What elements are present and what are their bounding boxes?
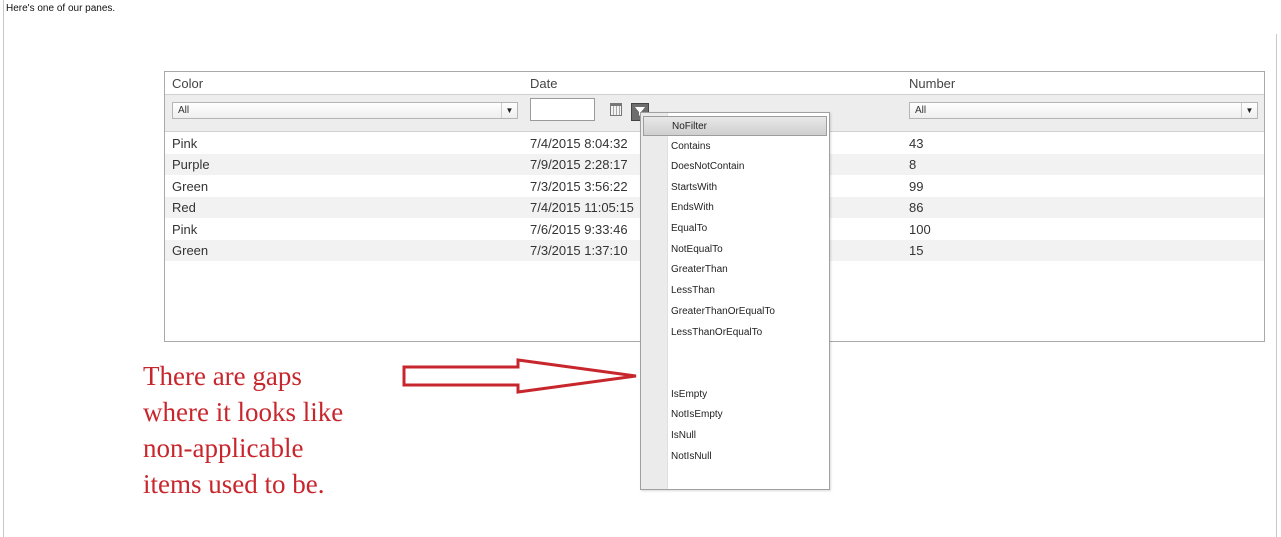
number-filter-dropdown[interactable]: All ▼ (909, 102, 1258, 119)
menu-item-label: GreaterThanOrEqualTo (671, 306, 775, 317)
menu-item-label: EndsWith (671, 202, 714, 213)
cell-color: Purple (172, 157, 210, 172)
menu-item-notisempty[interactable]: NotIsEmpty (643, 405, 827, 425)
menu-item-lessthan[interactable]: LessThan (643, 281, 827, 301)
menu-item-notequalto[interactable]: NotEqualTo (643, 240, 827, 260)
menu-item-nofilter[interactable]: NoFilter (643, 116, 827, 136)
intro-text: Here's one of our panes. (6, 3, 116, 14)
calendar-icon[interactable] (610, 103, 622, 116)
menu-item-isempty[interactable]: IsEmpty (643, 385, 827, 405)
menu-item-label: EqualTo (671, 223, 708, 234)
color-filter-dropdown[interactable]: All ▼ (172, 102, 518, 119)
menu-item-lessthanorequalto[interactable]: LessThanOrEqualTo (643, 323, 827, 343)
annotation-line: non-applicable (143, 433, 304, 463)
menu-item-label: LessThan (671, 285, 715, 296)
menu-item-greaterthanorequalto[interactable]: GreaterThanOrEqualTo (643, 302, 827, 322)
cell-color: Pink (172, 136, 198, 151)
menu-item-endswith[interactable]: EndsWith (643, 198, 827, 218)
menu-item-doesnotcontain[interactable]: DoesNotContain (643, 157, 827, 177)
menu-item-startswith[interactable]: StartsWith (643, 178, 827, 198)
annotation-note: There are gaps where it looks like non-a… (143, 358, 393, 502)
cell-color: Green (172, 179, 209, 194)
date-filter-input[interactable] (530, 98, 595, 121)
cell-color: Red (172, 200, 196, 215)
annotation-line: There are gaps (143, 361, 302, 391)
cell-number: 15 (909, 243, 924, 258)
pane-border-right (1276, 34, 1277, 537)
menu-item-label: Contains (671, 141, 711, 152)
column-header-number[interactable]: Number (909, 72, 955, 94)
annotation-line: items used to be. (143, 469, 325, 499)
menu-item-label: IsEmpty (671, 389, 708, 400)
cell-date: 7/3/2015 3:56:22 (530, 179, 628, 194)
menu-item-contains[interactable]: Contains (643, 137, 827, 157)
cell-date: 7/6/2015 9:33:46 (530, 222, 628, 237)
chevron-down-icon: ▼ (501, 103, 517, 118)
cell-color: Green (172, 243, 209, 258)
menu-item-notisnull[interactable]: NotIsNull (643, 447, 827, 467)
menu-item-label: GreaterThan (671, 264, 728, 275)
menu-item-label: NotEqualTo (671, 244, 723, 255)
cell-number: 86 (909, 200, 924, 215)
chevron-down-icon: ▼ (1241, 103, 1257, 118)
annotation-arrow-icon (402, 358, 637, 394)
menu-item-greaterthan[interactable]: GreaterThan (643, 260, 827, 280)
cell-number: 99 (909, 179, 924, 194)
menu-item-label: IsNull (671, 430, 697, 441)
menu-item-label: DoesNotContain (671, 161, 745, 172)
color-filter-value: All (178, 105, 190, 116)
cell-date: 7/4/2015 11:05:15 (530, 200, 634, 215)
cell-color: Pink (172, 222, 198, 237)
filter-operator-menu: NoFilter Contains DoesNotContain StartsW… (640, 112, 830, 490)
menu-item-label: NotIsNull (671, 451, 712, 462)
menu-item-equalto[interactable]: EqualTo (643, 219, 827, 239)
cell-date: 7/4/2015 8:04:32 (530, 136, 628, 151)
menu-item-label: LessThanOrEqualTo (671, 327, 763, 338)
menu-item-label: NotIsEmpty (671, 409, 723, 420)
pane-border-left (3, 0, 4, 537)
cell-date: 7/3/2015 1:37:10 (530, 243, 628, 258)
cell-number: 100 (909, 222, 931, 237)
column-header-color[interactable]: Color (172, 72, 203, 94)
annotation-line: where it looks like (143, 397, 344, 427)
cell-number: 8 (909, 157, 917, 172)
menu-item-isnull[interactable]: IsNull (643, 426, 827, 446)
menu-item-label: NoFilter (672, 121, 708, 132)
column-header-date[interactable]: Date (530, 72, 557, 94)
number-filter-value: All (915, 105, 927, 116)
cell-date: 7/9/2015 2:28:17 (530, 157, 628, 172)
cell-number: 43 (909, 136, 924, 151)
menu-item-label: StartsWith (671, 182, 718, 193)
